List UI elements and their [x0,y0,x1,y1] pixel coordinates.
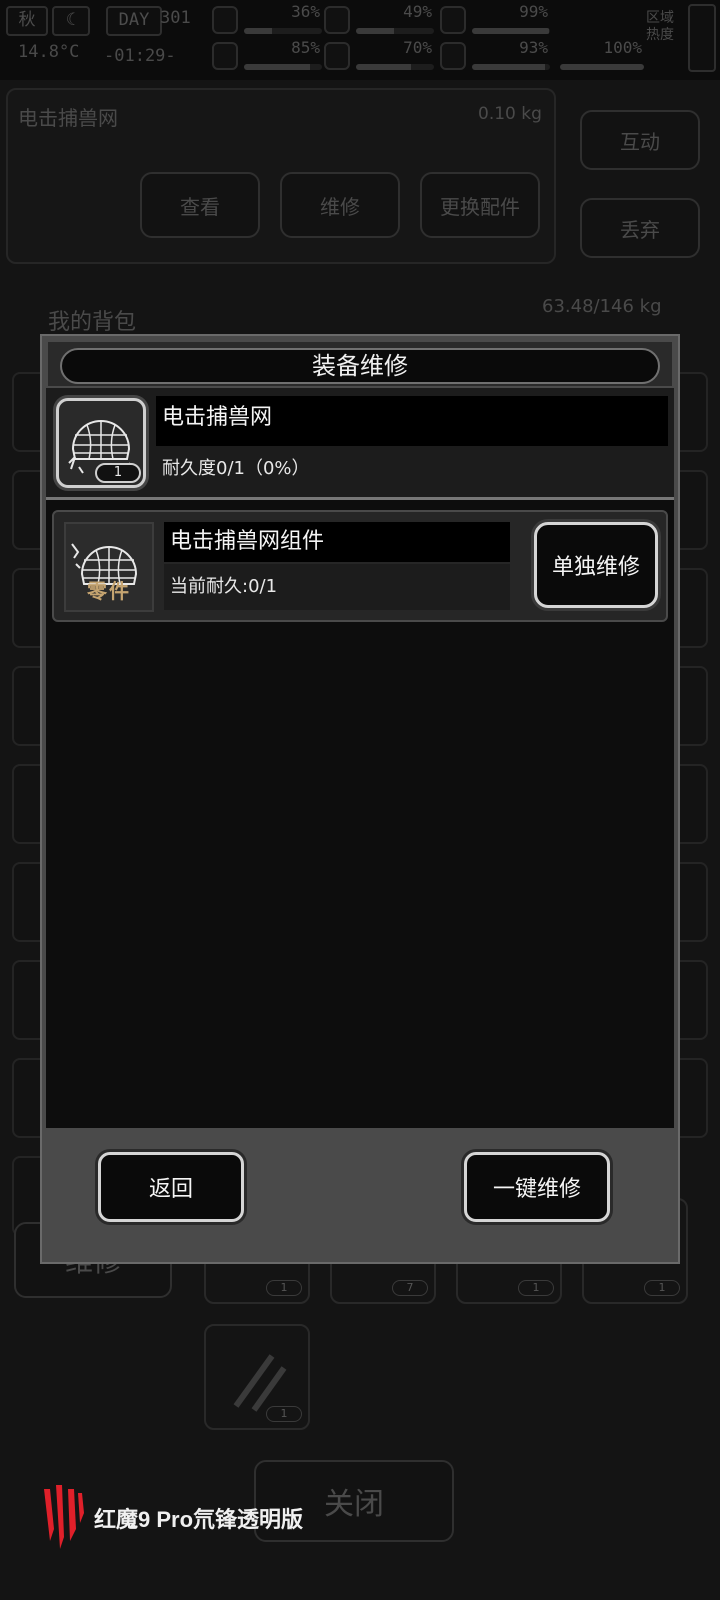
equipment-repair-dialog: 装备维修 1 电击捕兽网 耐久度0/1（0%） 零件 电击捕兽网组件 当前耐久:… [40,334,680,1264]
status-bar: 秋 ☾ DAY 301 14.8°C -01:29- 36% 49% 99% 8… [0,0,720,80]
battery-icon [440,6,466,34]
day-label: DAY [118,10,150,30]
region-heat-label: 区域热度 [646,10,674,43]
stat-fill [356,28,395,34]
part-durability: 当前耐久:0/1 [164,564,510,610]
stat-value: 70% [403,38,432,57]
region-heat-meter [688,4,716,72]
stat-value: 100% [603,38,642,57]
moon-icon: ☾ [52,6,90,36]
stat-value: 49% [403,2,432,21]
part-name: 电击捕兽网组件 [164,522,510,562]
stat-heart: 93% [440,38,552,74]
stat-fill [356,64,411,70]
part-tag: 零件 [87,579,131,603]
device-watermark: 红魔9 Pro氘锋透明版 [40,1485,304,1549]
replace-parts-button[interactable]: 更换配件 [420,172,540,238]
stat-health: 36% [212,2,324,38]
dialog-footer: 返回 一键维修 [46,1130,674,1262]
heart-icon [440,42,466,70]
stat-fill [244,28,273,34]
stat-sanity: 85% [212,38,324,74]
medkit-icon [212,6,238,34]
slot-count: 7 [392,1280,428,1296]
dialog-header: 装备维修 [48,342,672,386]
water-drop-icon [324,42,350,70]
stat-value: 93% [519,38,548,57]
stat-energy: 99% [440,2,552,38]
slot-count: 1 [266,1406,302,1422]
backpack-weight: 63.48/146 kg [542,296,662,317]
dialog-title: 装备维修 [60,348,660,384]
repair-list-panel: 1 电击捕兽网 耐久度0/1（0%） 零件 电击捕兽网组件 当前耐久:0/1 单… [46,388,674,1128]
watermark-text: 红魔9 Pro氘锋透明版 [94,1507,304,1532]
day-label-box: DAY [106,6,162,36]
stat-value: 99% [519,2,548,21]
part-row: 零件 电击捕兽网组件 当前耐久:0/1 单独维修 [52,510,668,622]
stat-value: 36% [291,2,320,21]
stat-fill [472,64,545,70]
view-button[interactable]: 查看 [140,172,260,238]
slot-count: 1 [644,1280,680,1296]
interact-button[interactable]: 互动 [580,110,700,170]
discard-button[interactable]: 丢弃 [580,198,700,258]
item-title: 电击捕兽网 [18,106,118,130]
net-trap-icon: 1 [56,398,146,488]
temperature: 14.8°C [18,42,80,62]
season-indicator: 秋 [6,6,48,36]
brain-icon [212,42,238,70]
item-count-badge: 1 [95,463,141,483]
season-label: 秋 [18,10,36,30]
stat-fill [244,64,311,70]
part-icon: 零件 [64,522,154,612]
back-button[interactable]: 返回 [98,1152,244,1222]
repair-action-button[interactable]: 维修 [280,172,400,238]
repair-all-button[interactable]: 一键维修 [464,1152,610,1222]
slot-count: 1 [518,1280,554,1296]
day-number: 301 [160,8,191,28]
repair-item-header: 1 电击捕兽网 耐久度0/1（0%） [46,388,674,500]
clock: -01:29- [104,46,176,66]
stat-fill [560,64,644,70]
stat-thirst: 70% [324,38,436,74]
slot-count: 1 [266,1280,302,1296]
stat-hunger: 49% [324,2,436,38]
stat-value: 85% [291,38,320,57]
backpack-label: 我的背包 [48,310,137,335]
stomach-icon [324,6,350,34]
inventory-slot-screws[interactable]: 1 [204,1324,310,1430]
red-magic-logo-icon [44,1485,84,1549]
item-weight: 0.10 kg [478,104,542,124]
interact-label: 互动 [620,129,660,154]
repair-single-button[interactable]: 单独维修 [534,522,658,608]
stat-fill [472,28,550,34]
repair-item-durability: 耐久度0/1（0%） [156,446,668,492]
repair-item-name: 电击捕兽网 [156,396,668,446]
stat-stamina: 100% [556,38,646,74]
